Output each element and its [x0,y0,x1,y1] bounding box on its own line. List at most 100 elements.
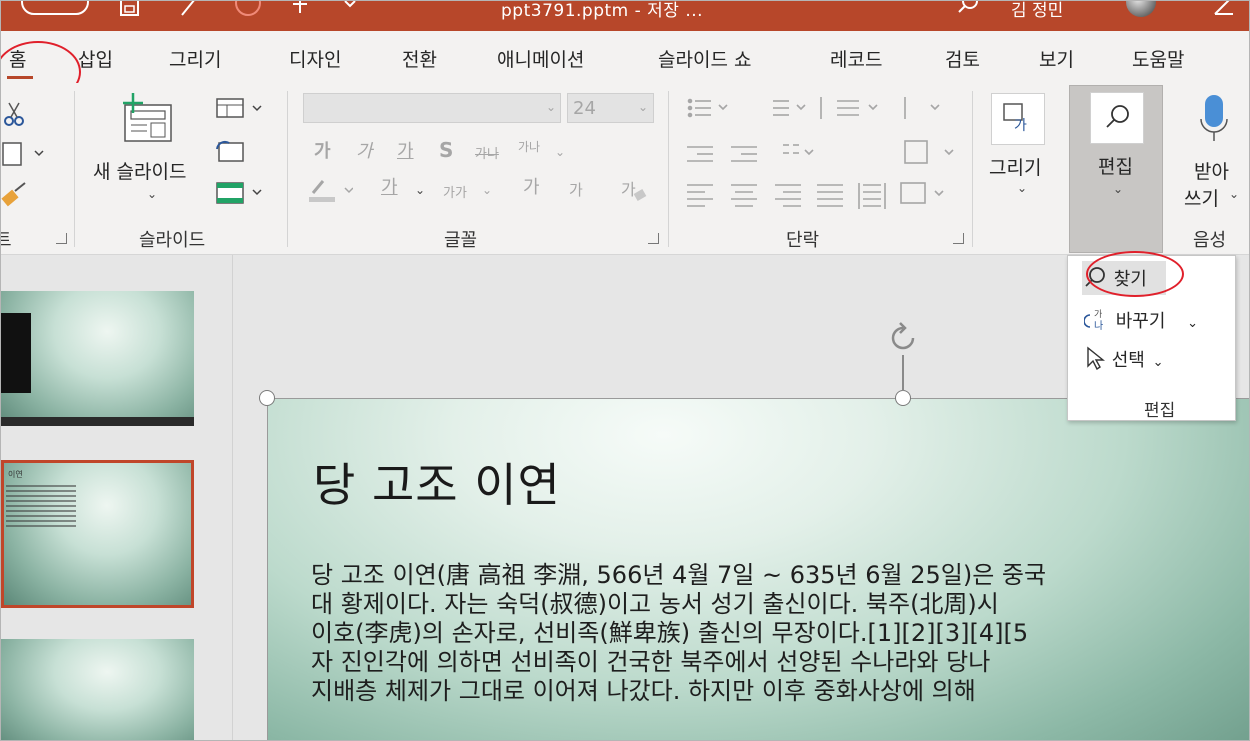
search-icon [1106,105,1129,128]
resize-handle-top-center[interactable] [895,390,911,406]
svg-text:나: 나 [1094,320,1103,331]
body-line: 대 황제이다. 자는 숙덕(叔德)이고 농서 성기 출신이다. 북주(北周)시 [311,590,999,618]
record-icon[interactable] [233,1,263,17]
font-color-chevron-icon[interactable]: ⌄ [415,183,425,197]
tab-record[interactable]: 레코드 [830,45,882,72]
pen-edit-icon[interactable] [1211,1,1237,17]
tab-view[interactable]: 보기 [1039,45,1074,72]
font-name-chevron-icon: ⌄ [546,100,557,114]
change-case-chevron-icon[interactable]: ⌄ [482,183,492,197]
thumbnail-text-lines [6,485,76,529]
reset-slide-icon[interactable] [215,139,245,167]
tab-design[interactable]: 디자인 [289,45,341,72]
select-label: 선택 [1111,350,1145,371]
thumbnail-bottom-bar [1,417,194,426]
svg-text:가: 가 [621,180,636,199]
drawing-chevron-icon[interactable]: ⌄ [1017,181,1027,195]
layout-icon[interactable] [215,97,267,123]
highlight-color-icon[interactable] [307,179,354,207]
paragraph-launcher-icon[interactable] [953,233,964,244]
format-painter-icon[interactable] [1,181,29,211]
bold-button[interactable]: 가 [314,143,331,161]
body-line: 자 진인각에 의하면 선비족이 건국한 북주에서 선양된 수나라와 당나 [311,648,991,676]
slide-title[interactable]: 당 고조 이연 [313,449,561,515]
user-name[interactable]: 김 정민 [1011,1,1063,21]
clear-formatting-icon[interactable]: 가 [621,179,647,207]
resize-handle-top-left[interactable] [259,390,275,406]
strikethrough-button[interactable]: 가나 [475,146,499,164]
new-slide-label[interactable]: 새 슬라이드 [93,157,186,184]
tab-transitions[interactable]: 전환 [402,45,437,72]
ribbon: 트 새 슬라이드 ⌄ 슬라이드 ⌄ 24 ⌄ 가 가 가 S [1,83,1249,255]
search-icon[interactable] [956,1,980,17]
save-icon[interactable] [119,1,141,17]
character-spacing-button[interactable]: 가나 [518,138,540,156]
microphone-icon[interactable] [1197,95,1231,149]
group-separator [668,91,669,247]
font-size-value: 24 [573,98,596,119]
new-slide-chevron-icon[interactable]: ⌄ [147,187,157,201]
character-spacing-chevron-icon[interactable]: ⌄ [555,145,565,159]
group-separator [972,91,973,247]
slides-group-label: 슬라이드 [139,230,206,251]
autosave-toggle[interactable] [21,1,89,15]
font-size-chevron-icon: ⌄ [638,100,649,114]
slide-thumbnail[interactable] [1,639,194,740]
clipboard-launcher-icon[interactable] [56,233,67,244]
change-case-button[interactable]: 가가 [443,185,467,203]
clipboard-group-label: 트 [1,226,12,252]
thumbnail-image-block [1,313,31,393]
replace-icon: 가나 [1083,309,1103,332]
slide-thumbnail[interactable] [1,291,194,426]
decrease-font-size-button[interactable]: 가 [569,181,583,199]
paragraph-group-label: 단락 [786,230,820,251]
font-color-button[interactable]: 가 [381,179,398,197]
new-slide-icon[interactable] [119,93,175,149]
cursor-arrow-icon [1087,346,1105,371]
slide-body-text[interactable]: 당 고조 이연(唐 高祖 李淵, 566년 4월 7일 ~ 635년 6월 25… [311,561,1249,706]
editing-chevron-icon: ⌄ [1113,182,1124,196]
ribbon-tabs: 홈 삽입 그리기 디자인 전환 애니메이션 슬라이드 쇼 레코드 검토 보기 도… [1,31,1249,83]
replace-label: 바꾸기 [1115,311,1166,332]
font-launcher-icon[interactable] [648,233,659,244]
rotate-handle-icon[interactable] [886,321,920,355]
tab-animations[interactable]: 애니메이션 [497,45,584,72]
select-menu-item[interactable]: 선택 ⌄ [1084,346,1164,372]
tab-slide-show[interactable]: 슬라이드 쇼 [658,45,751,72]
dictate-label-line1[interactable]: 받아 [1194,157,1229,184]
replace-menu-item[interactable]: 가나 바꾸기 ⌄ [1083,307,1199,333]
font-name-dropdown[interactable]: ⌄ [303,93,561,123]
slide-thumbnail-selected[interactable]: 이연 [1,460,194,608]
text-shadow-button[interactable]: S [439,140,453,160]
tab-help[interactable]: 도움말 [1132,45,1184,72]
thumbnail-title: 이연 [8,470,23,479]
editing-button[interactable]: 편집 ⌄ [1069,85,1163,253]
svg-text:가: 가 [1014,118,1027,134]
tab-insert[interactable]: 삽입 [78,45,113,72]
start-from-beginning-icon[interactable] [289,1,311,17]
tab-review[interactable]: 검토 [945,45,980,72]
drawing-label[interactable]: 그리기 [989,153,1041,180]
underline-button[interactable]: 가 [397,143,414,161]
user-avatar[interactable] [1126,1,1156,17]
italic-button[interactable]: 가 [356,143,373,161]
tab-draw[interactable]: 그리기 [169,45,221,72]
customize-qat-chevron-icon[interactable] [343,1,357,17]
replace-chevron-icon: ⌄ [1187,316,1199,331]
pen-icon[interactable] [179,1,199,17]
voice-group-label: 음성 [1193,230,1227,251]
rotate-connector [902,355,904,391]
title-bar: ppt3791.pptm - 저장 ... 김 정민 [1,1,1249,31]
dictate-chevron-icon[interactable]: ⌄ [1229,187,1239,201]
cut-icon[interactable] [3,101,25,131]
section-icon[interactable] [215,181,267,209]
body-line: 이호(李虎)의 손자로, 선비족(鮮卑族) 출신의 무장이다.[1][2][3]… [311,619,1029,647]
slide-thumbnail-pane: 이연 [1,255,233,740]
increase-font-size-button[interactable]: 가 [523,179,540,197]
drawing-button[interactable]: 가 [991,93,1045,145]
body-line: 지배층 체제가 그대로 이어져 나갔다. 하지만 이후 중화사상에 의해 [311,677,976,705]
dictate-label-line2[interactable]: 쓰기 [1184,184,1219,211]
font-size-dropdown[interactable]: 24 ⌄ [567,93,654,123]
highlight-oval-find [1086,251,1184,297]
copy-icon[interactable] [1,141,45,171]
